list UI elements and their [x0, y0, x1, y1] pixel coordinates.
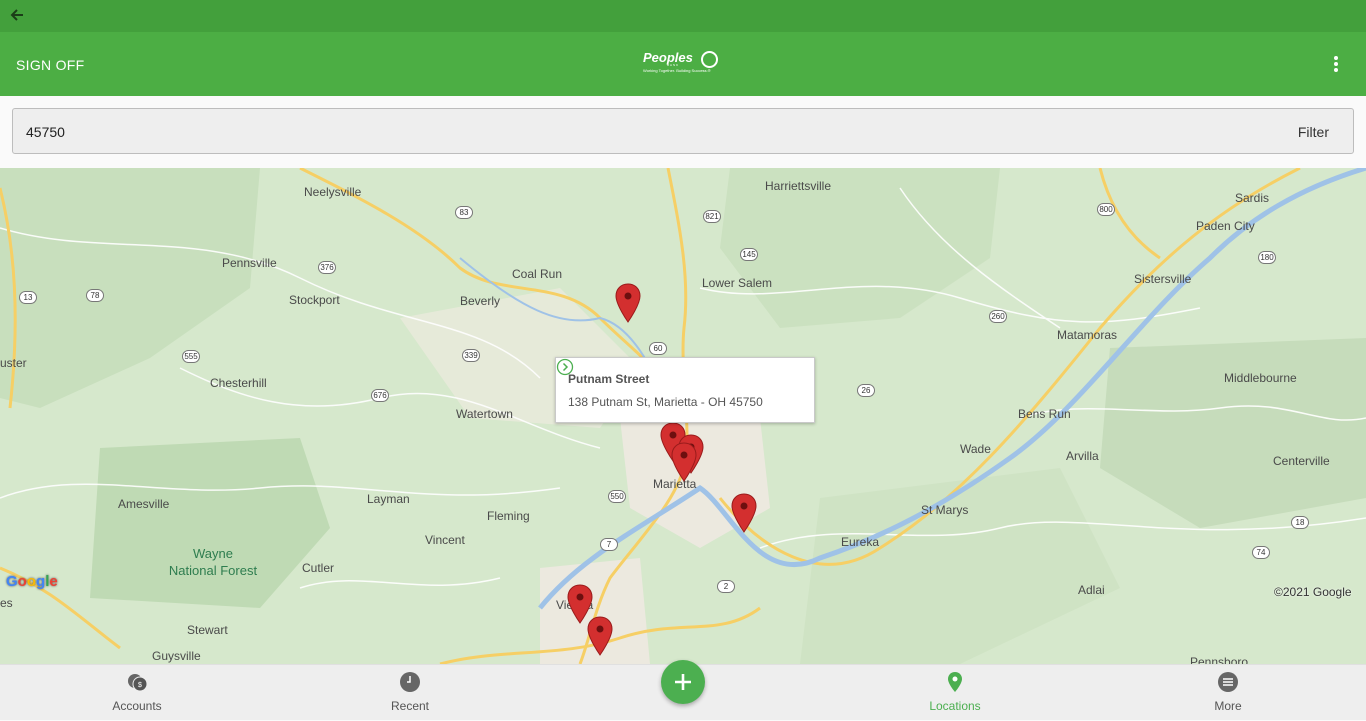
zip-search-input[interactable]: [26, 122, 1226, 142]
route-shield: 13: [19, 291, 37, 304]
logo-tagline: Working Together. Building Success.®: [643, 68, 711, 73]
route-shield: 78: [86, 289, 104, 302]
app-bar: SIGN OFF Peoples BANK Working Together. …: [0, 32, 1366, 96]
map-label: St Marys: [921, 503, 969, 517]
route-shield: 180: [1258, 251, 1276, 264]
branch-name: Putnam Street: [568, 372, 650, 386]
map-label: Middlebourne: [1224, 371, 1297, 385]
map-label: Paden City: [1196, 219, 1255, 233]
filter-button[interactable]: Filter: [1298, 124, 1329, 140]
forest-label: Wayne National Forest: [168, 546, 258, 578]
map-label: Harriettsville: [765, 179, 832, 193]
map-label: Guysville: [152, 649, 201, 663]
nav-locations[interactable]: Locations: [885, 665, 1025, 721]
map-label: Coal Run: [512, 267, 563, 281]
route-shield: 18: [1291, 516, 1309, 529]
map-label: Centerville: [1273, 454, 1330, 468]
route-shield: 60: [649, 342, 667, 355]
clock-icon: [400, 672, 420, 692]
map-copyright: ©2021 Google: [1274, 585, 1352, 599]
map-label: Matamoras: [1057, 328, 1118, 342]
nav-label: Locations: [929, 699, 981, 713]
logo-bank-text: BANK: [667, 63, 680, 67]
location-marker-pin[interactable]: [587, 616, 613, 656]
map-label: Adlai: [1078, 583, 1105, 597]
nav-accounts[interactable]: $ Accounts: [67, 665, 207, 721]
route-shield: 550: [608, 490, 626, 503]
add-fab-button[interactable]: [661, 660, 705, 704]
route-shield: 26: [857, 384, 875, 397]
map-label: Fleming: [487, 509, 530, 523]
map-label: Lower Salem: [702, 276, 773, 290]
plus-icon: [675, 674, 691, 690]
peoples-bank-logo: Peoples BANK Working Together. Building …: [643, 50, 723, 78]
logo-swirl-icon: [701, 51, 718, 68]
menu-icon: [1218, 672, 1238, 692]
location-search-box: Filter: [12, 108, 1354, 154]
accounts-icon: $: [128, 674, 148, 692]
map-label: Sistersville: [1134, 272, 1192, 286]
top-status-bar: [0, 0, 1366, 32]
map-label: Watertown: [456, 407, 513, 421]
nav-label: Recent: [390, 699, 430, 713]
map-label: Pennsville: [222, 256, 277, 270]
map-label: Amesville: [118, 497, 170, 511]
map-view[interactable]: Neelysville Harriettsville Sardis Paden …: [0, 168, 1366, 664]
map-label: Stewart: [187, 623, 228, 637]
sign-off-button[interactable]: SIGN OFF: [16, 57, 85, 73]
branch-address: 138 Putnam St, Marietta - OH 45750: [568, 395, 763, 409]
map-label: Wade: [960, 442, 991, 456]
nav-label: Accounts: [112, 699, 162, 713]
nav-recent[interactable]: Recent: [340, 665, 480, 721]
branch-info-window[interactable]: Putnam Street 138 Putnam St, Marietta - …: [555, 357, 815, 423]
map-label: Sardis: [1235, 191, 1270, 205]
map-label: Eureka: [841, 535, 880, 549]
nav-label: More: [1214, 699, 1242, 713]
route-shield: 145: [740, 248, 758, 261]
map-label: Layman: [367, 492, 410, 506]
location-pin-icon: [948, 672, 962, 692]
route-shield: 800: [1097, 203, 1115, 216]
route-shield: 821: [703, 210, 721, 223]
map-label: Pennsboro: [1190, 655, 1249, 664]
route-shield: 676: [371, 389, 389, 402]
map-label: es: [0, 596, 13, 610]
map-label: Bens Run: [1018, 407, 1071, 421]
map-label: Chesterhill: [210, 376, 267, 390]
svg-text:$: $: [138, 682, 142, 689]
nav-more[interactable]: More: [1158, 665, 1298, 721]
bottom-navigation: $ Accounts Recent Locations More: [0, 660, 1366, 721]
map-label: Vincent: [425, 533, 465, 547]
map-label: Neelysville: [304, 185, 362, 199]
location-marker-pin[interactable]: [615, 283, 641, 323]
route-shield: 555: [182, 350, 200, 363]
map-label: Cutler: [302, 561, 335, 575]
search-area: Filter: [0, 96, 1366, 168]
route-shield: 74: [1252, 546, 1270, 559]
route-shield: 339: [462, 349, 480, 362]
location-marker-pin[interactable]: [671, 442, 697, 482]
route-shield: 7: [600, 538, 618, 551]
map-label: Beverly: [460, 294, 501, 308]
map-label: Stockport: [289, 293, 340, 307]
map-label: Arvilla: [1066, 449, 1099, 463]
google-logo: Google: [6, 573, 58, 590]
map-label: uster: [0, 356, 27, 370]
route-shield: 83: [455, 206, 473, 219]
chevron-right-circle-icon[interactable]: [556, 358, 574, 376]
location-marker-pin[interactable]: [731, 493, 757, 533]
back-arrow-icon[interactable]: [9, 7, 25, 23]
route-shield: 260: [989, 310, 1007, 323]
route-shield: 2: [717, 580, 735, 593]
route-shield: 376: [318, 261, 336, 274]
overflow-menu-icon[interactable]: [1326, 54, 1346, 76]
